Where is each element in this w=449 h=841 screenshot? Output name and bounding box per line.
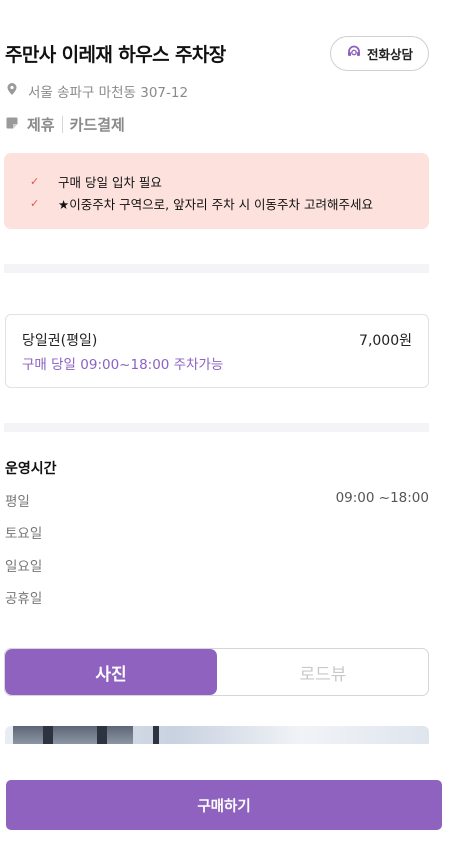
tag-card-payment: 카드결제 bbox=[69, 116, 125, 134]
view-toggle: 사진 로드뷰 bbox=[4, 648, 429, 696]
page-title: 주만사 이레재 하우스 주차장 bbox=[5, 44, 226, 66]
tab-photo[interactable]: 사진 bbox=[5, 649, 217, 695]
notice-text: ★이중주차 구역으로, 앞자리 주차 시 이동주차 고려해주세요 bbox=[58, 196, 374, 212]
hours-day: 일요일 bbox=[5, 559, 43, 575]
tag-separator bbox=[61, 116, 63, 133]
ticket-price: 7,000원 bbox=[359, 333, 412, 349]
headset-icon bbox=[346, 44, 362, 63]
tag-icon bbox=[5, 116, 27, 134]
photo-building bbox=[13, 726, 133, 744]
notice-item: ✓ ★이중주차 구역으로, 앞자리 주차 시 이동주차 고려해주세요 bbox=[4, 192, 429, 214]
ticket-description: 구매 당일 09:00~18:00 주차가능 bbox=[22, 357, 224, 373]
tab-roadview[interactable]: 로드뷰 bbox=[217, 649, 428, 695]
section-divider bbox=[4, 423, 429, 432]
notice-item: ✓ 구매 당일 입차 필요 bbox=[4, 170, 429, 192]
photo-detail bbox=[43, 726, 53, 744]
tag-list: 제휴 카드결제 bbox=[5, 114, 125, 135]
hours-title: 운영시간 bbox=[5, 461, 57, 477]
call-consult-label: 전화상담 bbox=[366, 47, 413, 62]
parking-photo[interactable] bbox=[5, 726, 429, 744]
tag-partner: 제휴 bbox=[27, 116, 55, 134]
ticket-card[interactable]: 당일권(평일) 7,000원 구매 당일 09:00~18:00 주차가능 bbox=[5, 314, 429, 388]
check-icon: ✓ bbox=[30, 174, 40, 188]
photo-detail bbox=[153, 726, 159, 744]
hours-time: 09:00 ~18:00 bbox=[335, 490, 429, 506]
hours-day: 공휴일 bbox=[5, 591, 43, 607]
photo-detail bbox=[97, 726, 107, 744]
hours-day: 토요일 bbox=[5, 526, 43, 542]
notice-text: 구매 당일 입차 필요 bbox=[58, 174, 162, 190]
check-icon: ✓ bbox=[30, 196, 40, 210]
section-divider bbox=[4, 264, 429, 273]
address-text: 서울 송파구 마천동 307-12 bbox=[28, 85, 189, 101]
notice-box: ✓ 구매 당일 입차 필요 ✓ ★이중주차 구역으로, 앞자리 주차 시 이동주… bbox=[4, 153, 429, 229]
hours-row-weekday: 평일 09:00 ~18:00 bbox=[5, 490, 429, 510]
header: 주만사 이레재 하우스 주차장 전화상담 bbox=[5, 36, 429, 72]
hours-row-sunday: 일요일 bbox=[5, 555, 429, 575]
location-pin-icon bbox=[5, 82, 19, 100]
purchase-button[interactable]: 구매하기 bbox=[6, 780, 442, 830]
hours-day: 평일 bbox=[5, 494, 30, 510]
hours-row-holiday: 공휴일 bbox=[5, 587, 429, 607]
call-consult-button[interactable]: 전화상담 bbox=[330, 36, 429, 71]
address: 서울 송파구 마천동 307-12 bbox=[5, 81, 188, 101]
ticket-name: 당일권(평일) bbox=[22, 333, 98, 349]
hours-row-saturday: 토요일 bbox=[5, 522, 429, 542]
